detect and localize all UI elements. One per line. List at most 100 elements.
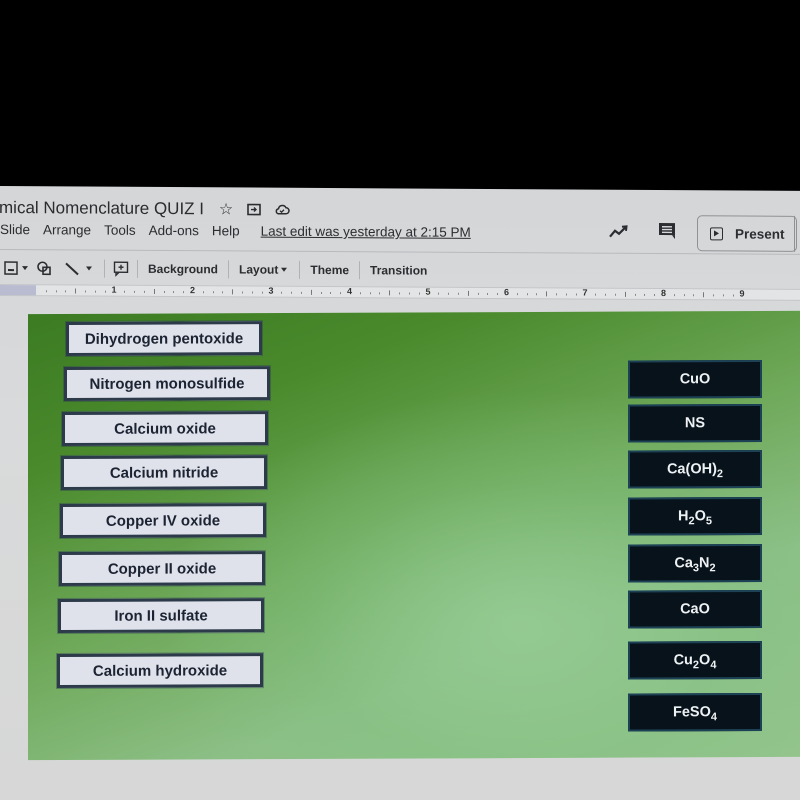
document-title[interactable]: mical Nomenclature QUIZ I — [0, 198, 204, 219]
toolbar-divider — [359, 261, 361, 280]
add-comment-icon[interactable] — [113, 259, 129, 279]
ruler-minor-tick — [340, 292, 342, 295]
ruler-minor-tick — [202, 291, 204, 294]
ruler-minor-tick — [359, 292, 361, 295]
image-icon[interactable] — [4, 258, 18, 278]
formula-card[interactable]: Cu2O4 — [628, 640, 762, 680]
formula-text: CaO — [680, 601, 710, 617]
formula-symbol: N — [699, 555, 710, 572]
ruler-margin[interactable] — [0, 285, 36, 296]
ruler-minor-tick — [487, 292, 489, 295]
ruler-minor-tick — [399, 292, 401, 295]
shape-icon[interactable] — [36, 258, 52, 278]
ruler-minor-tick — [222, 291, 224, 294]
formula-card[interactable]: NS — [628, 403, 762, 443]
ruler-number: 4 — [347, 286, 353, 297]
name-card[interactable]: Calcium hydroxide — [57, 653, 263, 689]
image-dropdown-caret[interactable] — [22, 266, 28, 271]
formula-symbol: CuO — [679, 371, 711, 388]
layout-button[interactable]: Layout — [237, 262, 280, 276]
header-divider — [0, 249, 800, 255]
name-card[interactable]: Copper IV oxide — [60, 503, 266, 539]
cloud-saved-icon[interactable] — [274, 202, 290, 218]
line-icon[interactable] — [64, 258, 80, 278]
name-card[interactable]: Nitrogen monosulfide — [64, 366, 270, 402]
name-card[interactable]: Calcium oxide — [62, 411, 268, 447]
ruler-minor-tick — [497, 293, 499, 296]
toolbar: Background Layout Theme Transition — [0, 256, 429, 283]
menu-add-ons[interactable]: Add-ons — [149, 223, 199, 238]
ruler-minor-tick — [330, 292, 332, 295]
formula-symbol: NS — [684, 415, 706, 432]
formula-card[interactable]: H2O5 — [628, 496, 762, 536]
background-button[interactable]: Background — [146, 262, 220, 276]
ruler-minor-tick — [516, 293, 518, 296]
ruler-half-tick — [75, 288, 77, 294]
activity-trend-icon[interactable] — [608, 224, 630, 240]
formula-card[interactable]: CaO — [628, 589, 762, 629]
ruler-half-tick — [310, 289, 312, 295]
ruler-minor-tick — [644, 293, 646, 296]
ruler-minor-tick — [654, 293, 656, 297]
line-dropdown-caret[interactable] — [86, 266, 92, 271]
ruler-minor-tick — [251, 291, 253, 294]
ruler-number: 3 — [268, 285, 274, 296]
formula-subscript: 5 — [705, 515, 712, 528]
ruler-minor-tick — [408, 292, 410, 295]
present-button[interactable]: Present — [697, 215, 797, 252]
formula-symbol: CaO — [680, 601, 710, 618]
ruler-minor-tick — [94, 290, 96, 293]
formula-text: Ca(OH)2 — [666, 461, 723, 480]
theme-button[interactable]: Theme — [308, 263, 351, 277]
google-slides-window: mical Nomenclature QUIZ I ☆ Slide Arrang… — [0, 186, 800, 800]
menu-slide[interactable]: Slide — [0, 222, 30, 237]
menu-help[interactable]: Help — [212, 223, 240, 238]
ruler-minor-tick — [261, 291, 263, 294]
comments-icon[interactable] — [657, 221, 677, 241]
ruler-minor-tick — [65, 290, 67, 293]
ruler-minor-tick — [173, 291, 175, 294]
formula-subscript: 2 — [692, 659, 700, 672]
formula-card[interactable]: FeSO4 — [628, 692, 762, 732]
menu-arrange[interactable]: Arrange — [43, 222, 91, 237]
ruler-minor-tick — [713, 294, 715, 297]
present-options-button[interactable] — [794, 215, 800, 252]
name-card[interactable]: Iron II sulfate — [58, 598, 264, 634]
formula-card[interactable]: Ca(OH)2 — [628, 449, 762, 489]
slide-canvas[interactable]: Dihydrogen pentoxide Nitrogen monosulfide… — [28, 310, 800, 761]
present-label: Present — [735, 225, 785, 242]
ruler-minor-tick — [320, 291, 322, 294]
ruler-minor-tick — [732, 294, 734, 297]
name-card[interactable]: Calcium nitride — [61, 455, 267, 491]
ruler-minor-tick — [163, 290, 165, 294]
name-card[interactable]: Copper II oxide — [59, 551, 265, 587]
layout-dropdown-caret[interactable] — [281, 267, 288, 272]
ruler-half-tick — [389, 290, 391, 296]
menu-tools[interactable]: Tools — [104, 223, 136, 238]
ruler-minor-tick — [55, 290, 57, 293]
ruler-minor-tick — [143, 290, 145, 293]
toolbar-divider — [299, 260, 301, 279]
formula-text: CuO — [680, 371, 711, 387]
ruler-minor-tick — [242, 291, 244, 294]
last-edit-link[interactable]: Last edit was yesterday at 2:15 PM — [261, 224, 471, 240]
ruler-minor-tick — [693, 294, 695, 297]
horizontal-ruler[interactable]: 1 2 3 4 5 6 7 8 9 — [0, 284, 800, 301]
formula-card[interactable]: CuO — [628, 359, 762, 399]
formula-text: H2O5 — [678, 508, 712, 528]
ruler-minor-tick — [526, 293, 528, 296]
formula-card[interactable]: Ca3N2 — [628, 543, 762, 583]
formula-subscript: 2 — [709, 562, 716, 575]
ruler-number: 8 — [661, 288, 667, 299]
formula-symbol: Ca(OH) — [666, 461, 717, 478]
menu-bar: Slide Arrange Tools Add-ons Help Last ed… — [0, 222, 471, 240]
ruler-minor-tick — [379, 292, 381, 295]
formula-text: Cu2O4 — [674, 652, 717, 672]
move-to-folder-icon[interactable] — [246, 202, 262, 218]
star-icon[interactable]: ☆ — [218, 201, 234, 218]
transition-button[interactable]: Transition — [368, 263, 429, 277]
ruler-minor-tick — [605, 293, 607, 296]
ruler-minor-tick — [683, 294, 685, 297]
ruler-minor-tick — [457, 292, 459, 295]
name-card[interactable]: Dihydrogen pentoxide — [66, 321, 262, 357]
